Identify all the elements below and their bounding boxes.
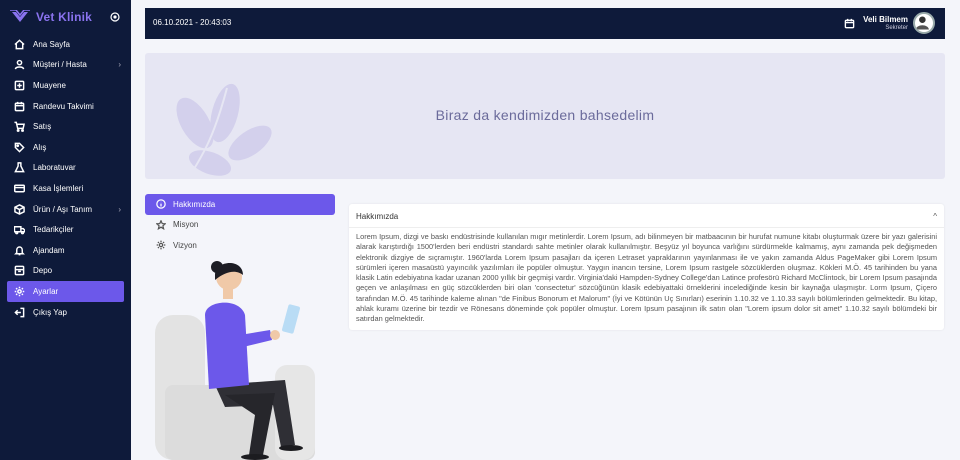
flask-icon xyxy=(14,162,25,173)
sidebar: Vet Klinik Ana Sayfa Müşteri / Hasta › M… xyxy=(0,0,131,460)
brand-name: Vet Klinik xyxy=(36,10,93,24)
logout-icon xyxy=(14,307,25,318)
sidebar-item-depo[interactable]: Depo xyxy=(0,261,131,282)
sidebar-item-label: Laboratuvar xyxy=(33,163,76,173)
calendar-icon xyxy=(14,101,25,112)
sidebar-item-label: Satış xyxy=(33,122,52,132)
box-icon xyxy=(14,203,25,215)
sidebar-item-ayarlar[interactable]: Ayarlar xyxy=(7,281,124,302)
current-datetime: 06.10.2021 - 20:43:03 xyxy=(153,18,232,27)
card-header[interactable]: Hakkımızda ^ xyxy=(349,204,944,228)
tab-hakkimizda[interactable]: Hakkımızda xyxy=(145,194,335,215)
woman-armchair-illustration xyxy=(155,261,315,460)
archive-icon xyxy=(14,265,25,276)
home-icon xyxy=(14,39,25,50)
cart-icon xyxy=(14,121,25,133)
sidebar-item-label: Çıkış Yap xyxy=(33,307,67,317)
heart-logo-icon xyxy=(10,10,30,22)
sidebar-item-tedarikciler[interactable]: Tedarikçiler xyxy=(0,219,131,240)
tag-icon xyxy=(14,142,25,153)
sidebar-item-ajandam[interactable]: Ajandam xyxy=(0,240,131,261)
bell-icon xyxy=(14,245,25,256)
chevron-up-icon[interactable]: ^ xyxy=(933,212,937,221)
leaf-illustration-icon xyxy=(176,83,272,179)
avatar[interactable] xyxy=(913,12,935,34)
user-icon xyxy=(14,59,25,70)
card-body-text: Lorem Ipsum, dizgi ve baskı endüstrisind… xyxy=(356,232,937,324)
sun-icon xyxy=(156,240,166,250)
sidebar-toggle-icon[interactable] xyxy=(110,12,120,22)
sidebar-menu: Ana Sayfa Müşteri / Hasta › Muayene Rand… xyxy=(0,34,131,322)
info-icon xyxy=(156,199,166,210)
tab-label: Misyon xyxy=(173,220,199,230)
chevron-right-icon: › xyxy=(118,60,121,70)
sidebar-item-label: Depo xyxy=(33,266,53,276)
sidebar-item-label: Tedarikçiler xyxy=(33,225,74,235)
tab-label: Vizyon xyxy=(173,240,197,250)
sidebar-item-urun-asi-tanim[interactable]: Ürün / Aşı Tanım › xyxy=(0,199,131,220)
sidebar-item-cikis-yap[interactable]: Çıkış Yap xyxy=(0,302,131,323)
star-icon xyxy=(156,219,166,230)
sidebar-item-label: Ajandam xyxy=(33,245,65,255)
sidebar-item-satis[interactable]: Satış xyxy=(0,116,131,137)
about-tabs: Hakkımızda Misyon Vizyon xyxy=(145,194,335,256)
sidebar-item-randevu-takvimi[interactable]: Randevu Takvimi xyxy=(0,96,131,117)
sidebar-item-alis[interactable]: Alış xyxy=(0,137,131,158)
tab-label: Hakkımızda xyxy=(173,199,216,209)
plus-square-icon xyxy=(14,80,25,91)
about-card: Hakkımızda ^ Lorem Ipsum, dizgi ve baskı… xyxy=(349,204,944,330)
sidebar-item-laboratuvar[interactable]: Laboratuvar xyxy=(0,158,131,179)
truck-icon xyxy=(14,224,25,235)
calendar-icon[interactable] xyxy=(844,18,855,29)
hero-title: Biraz da kendimizden bahsedelim xyxy=(435,107,655,123)
hero-banner: Biraz da kendimizden bahsedelim xyxy=(145,53,945,179)
user-name[interactable]: Veli Bilmem xyxy=(863,15,908,24)
sidebar-item-label: Müşteri / Hasta xyxy=(33,60,87,70)
sidebar-item-label: Alış xyxy=(33,142,47,152)
sidebar-item-label: Ürün / Aşı Tanım xyxy=(33,204,92,214)
sidebar-item-label: Ayarlar xyxy=(33,286,59,296)
top-bar: 06.10.2021 - 20:43:03 Veli Bilmem Sekret… xyxy=(145,8,945,39)
sidebar-item-muayene[interactable]: Muayene xyxy=(0,75,131,96)
sidebar-item-label: Ana Sayfa xyxy=(33,39,70,49)
sidebar-item-label: Randevu Takvimi xyxy=(33,101,94,111)
sidebar-item-musteri-hasta[interactable]: Müşteri / Hasta › xyxy=(0,55,131,76)
card-title: Hakkımızda xyxy=(356,212,399,221)
credit-card-icon xyxy=(14,183,25,194)
sidebar-item-kasa-islemleri[interactable]: Kasa İşlemleri xyxy=(0,178,131,199)
tab-vizyon[interactable]: Vizyon xyxy=(145,235,335,256)
sidebar-item-label: Kasa İşlemleri xyxy=(33,183,84,193)
tab-misyon[interactable]: Misyon xyxy=(145,215,335,236)
sidebar-item-ana-sayfa[interactable]: Ana Sayfa xyxy=(0,34,131,55)
chevron-right-icon: › xyxy=(118,204,121,214)
user-role: Sekreter xyxy=(885,25,908,31)
sidebar-item-label: Muayene xyxy=(33,80,66,90)
gear-icon xyxy=(14,286,25,297)
